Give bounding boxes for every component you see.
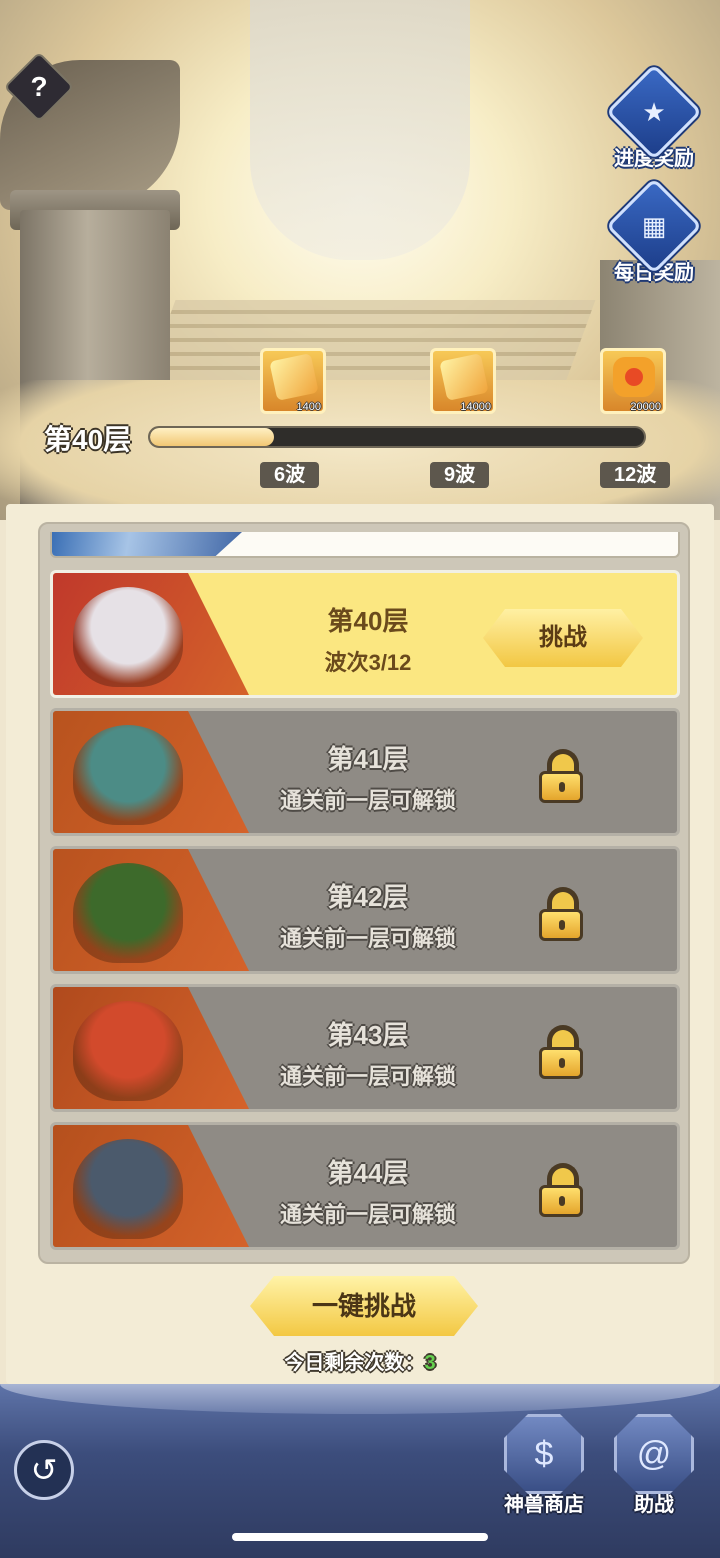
boss-portrait bbox=[53, 711, 249, 833]
lock-icon bbox=[539, 887, 583, 941]
current-floor-label: 第40层 bbox=[44, 424, 132, 455]
reward-amount: 1400 bbox=[296, 401, 321, 413]
floor-row-43[interactable]: 第43层 通关前一层可解锁 bbox=[50, 984, 680, 1112]
floor-title: 第44层 bbox=[327, 1158, 409, 1188]
lock-icon bbox=[539, 749, 583, 803]
progress-fill bbox=[150, 428, 274, 446]
unlock-hint: 通关前一层可解锁 bbox=[279, 1202, 456, 1227]
unlock-hint: 通关前一层可解锁 bbox=[279, 1064, 456, 1089]
scroll-icon bbox=[269, 353, 319, 401]
floor-title: 第40层 bbox=[327, 606, 409, 636]
reward-amount: 14000 bbox=[460, 401, 491, 413]
progress-bar bbox=[148, 426, 646, 448]
floor-title: 第43层 bbox=[327, 1020, 409, 1050]
lock-icon bbox=[539, 1025, 583, 1079]
remaining-attempts: 今日剩余次数：3 bbox=[0, 1346, 720, 1375]
boss-portrait bbox=[53, 573, 249, 695]
reward-chest-1[interactable]: 1400 bbox=[260, 348, 326, 414]
home-indicator bbox=[232, 1533, 488, 1541]
swirl-icon: @ bbox=[614, 1414, 694, 1494]
progress-reward-button[interactable]: ★ 进度奖励 bbox=[604, 63, 704, 171]
temple-gate bbox=[250, 0, 470, 260]
challenge-button[interactable]: 挑战 bbox=[483, 609, 643, 667]
floor-row-44[interactable]: 第44层 通关前一层可解锁 bbox=[50, 1122, 680, 1250]
scroll-icon bbox=[439, 353, 489, 401]
coin-icon bbox=[613, 357, 655, 397]
lock-icon bbox=[539, 1163, 583, 1217]
wave-marker-1: 6波 bbox=[260, 462, 320, 488]
one-key-challenge-button[interactable]: 一键挑战 bbox=[250, 1276, 478, 1336]
gift-icon: ▦ bbox=[641, 211, 667, 241]
beast-shop-button[interactable]: $ 神兽商店 bbox=[494, 1414, 594, 1517]
floor-title: 第41层 bbox=[327, 744, 409, 774]
assist-button[interactable]: @ 助战 bbox=[604, 1414, 704, 1517]
medal-icon: ★ bbox=[642, 97, 666, 127]
boss-portrait bbox=[53, 1125, 249, 1247]
wave-marker-3: 12波 bbox=[600, 462, 671, 488]
wave-marker-2: 9波 bbox=[430, 462, 490, 488]
question-icon: ? bbox=[30, 71, 48, 102]
floor-title: 第42层 bbox=[327, 882, 409, 912]
boss-portrait bbox=[53, 849, 249, 971]
daily-reward-button[interactable]: ▦ 每日奖励 bbox=[604, 177, 704, 285]
reward-chest-3[interactable]: 20000 bbox=[600, 348, 666, 414]
shop-icon: $ bbox=[504, 1414, 584, 1494]
floor-row-40[interactable]: 第40层 波次3/12 挑战 bbox=[50, 570, 680, 698]
floor-list[interactable]: 第40层 波次3/12 挑战 第41层 通关前一层可解锁 第42层 通关前一层可… bbox=[38, 522, 690, 1264]
back-button[interactable]: ↺ bbox=[14, 1440, 74, 1500]
reward-chest-2[interactable]: 14000 bbox=[430, 348, 496, 414]
unlock-hint: 通关前一层可解锁 bbox=[279, 788, 456, 813]
boss-portrait bbox=[53, 987, 249, 1109]
unlock-hint: 通关前一层可解锁 bbox=[279, 926, 456, 951]
wave-progress: 波次3/12 bbox=[324, 650, 412, 675]
remaining-count: 3 bbox=[424, 1352, 436, 1374]
floor-row-42[interactable]: 第42层 通关前一层可解锁 bbox=[50, 846, 680, 974]
floor-row-41[interactable]: 第41层 通关前一层可解锁 bbox=[50, 708, 680, 836]
remaining-label: 今日剩余次数： bbox=[284, 1352, 425, 1374]
back-arrow-icon: ↺ bbox=[30, 1452, 58, 1488]
reward-amount: 20000 bbox=[630, 401, 661, 413]
list-item-partial bbox=[50, 532, 680, 558]
